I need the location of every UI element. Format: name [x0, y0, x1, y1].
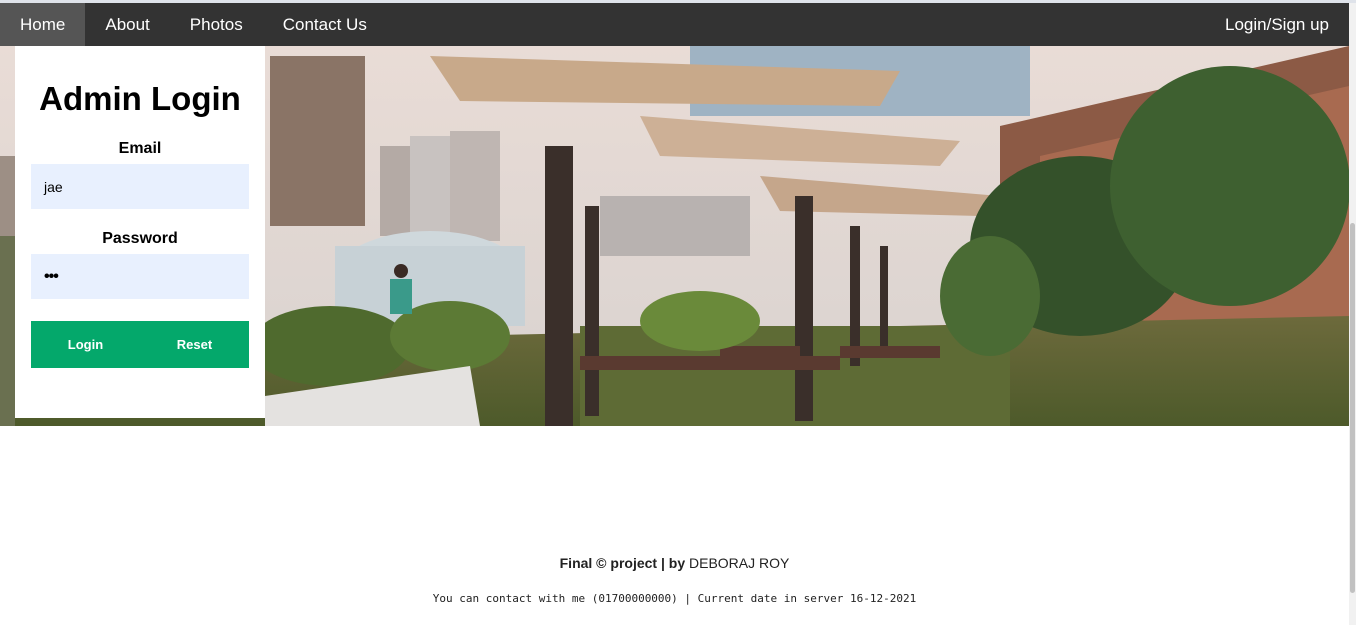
footer-author-name: DEBORAJ ROY — [689, 555, 790, 571]
email-field[interactable]: jae — [31, 164, 249, 209]
footer-contact: You can contact with me (01700000000) | … — [432, 592, 917, 605]
nav-contact-us[interactable]: Contact Us — [263, 3, 387, 46]
reset-button[interactable]: Reset — [140, 321, 249, 368]
login-button-row: Login Reset — [31, 321, 249, 368]
login-button[interactable]: Login — [31, 321, 140, 368]
password-field[interactable]: ••• — [31, 254, 249, 299]
nav-photos[interactable]: Photos — [170, 3, 263, 46]
nav-about[interactable]: About — [85, 3, 169, 46]
top-navbar: Home About Photos Contact Us Login/Sign … — [0, 3, 1349, 46]
footer-credit-prefix: Final © project | by — [559, 555, 689, 571]
vertical-scrollbar[interactable] — [1349, 3, 1356, 625]
login-title: Admin Login — [39, 80, 241, 117]
footer-credit: Final © project | by DEBORAJ ROY — [0, 555, 1349, 571]
nav-home[interactable]: Home — [0, 3, 86, 46]
scrollbar-thumb[interactable] — [1350, 223, 1355, 593]
admin-login-panel: Admin Login Email jae Password ••• Login… — [15, 46, 265, 418]
email-label: Email — [118, 140, 162, 157]
password-label: Password — [102, 230, 178, 247]
nav-login-signup[interactable]: Login/Sign up — [1205, 3, 1349, 46]
